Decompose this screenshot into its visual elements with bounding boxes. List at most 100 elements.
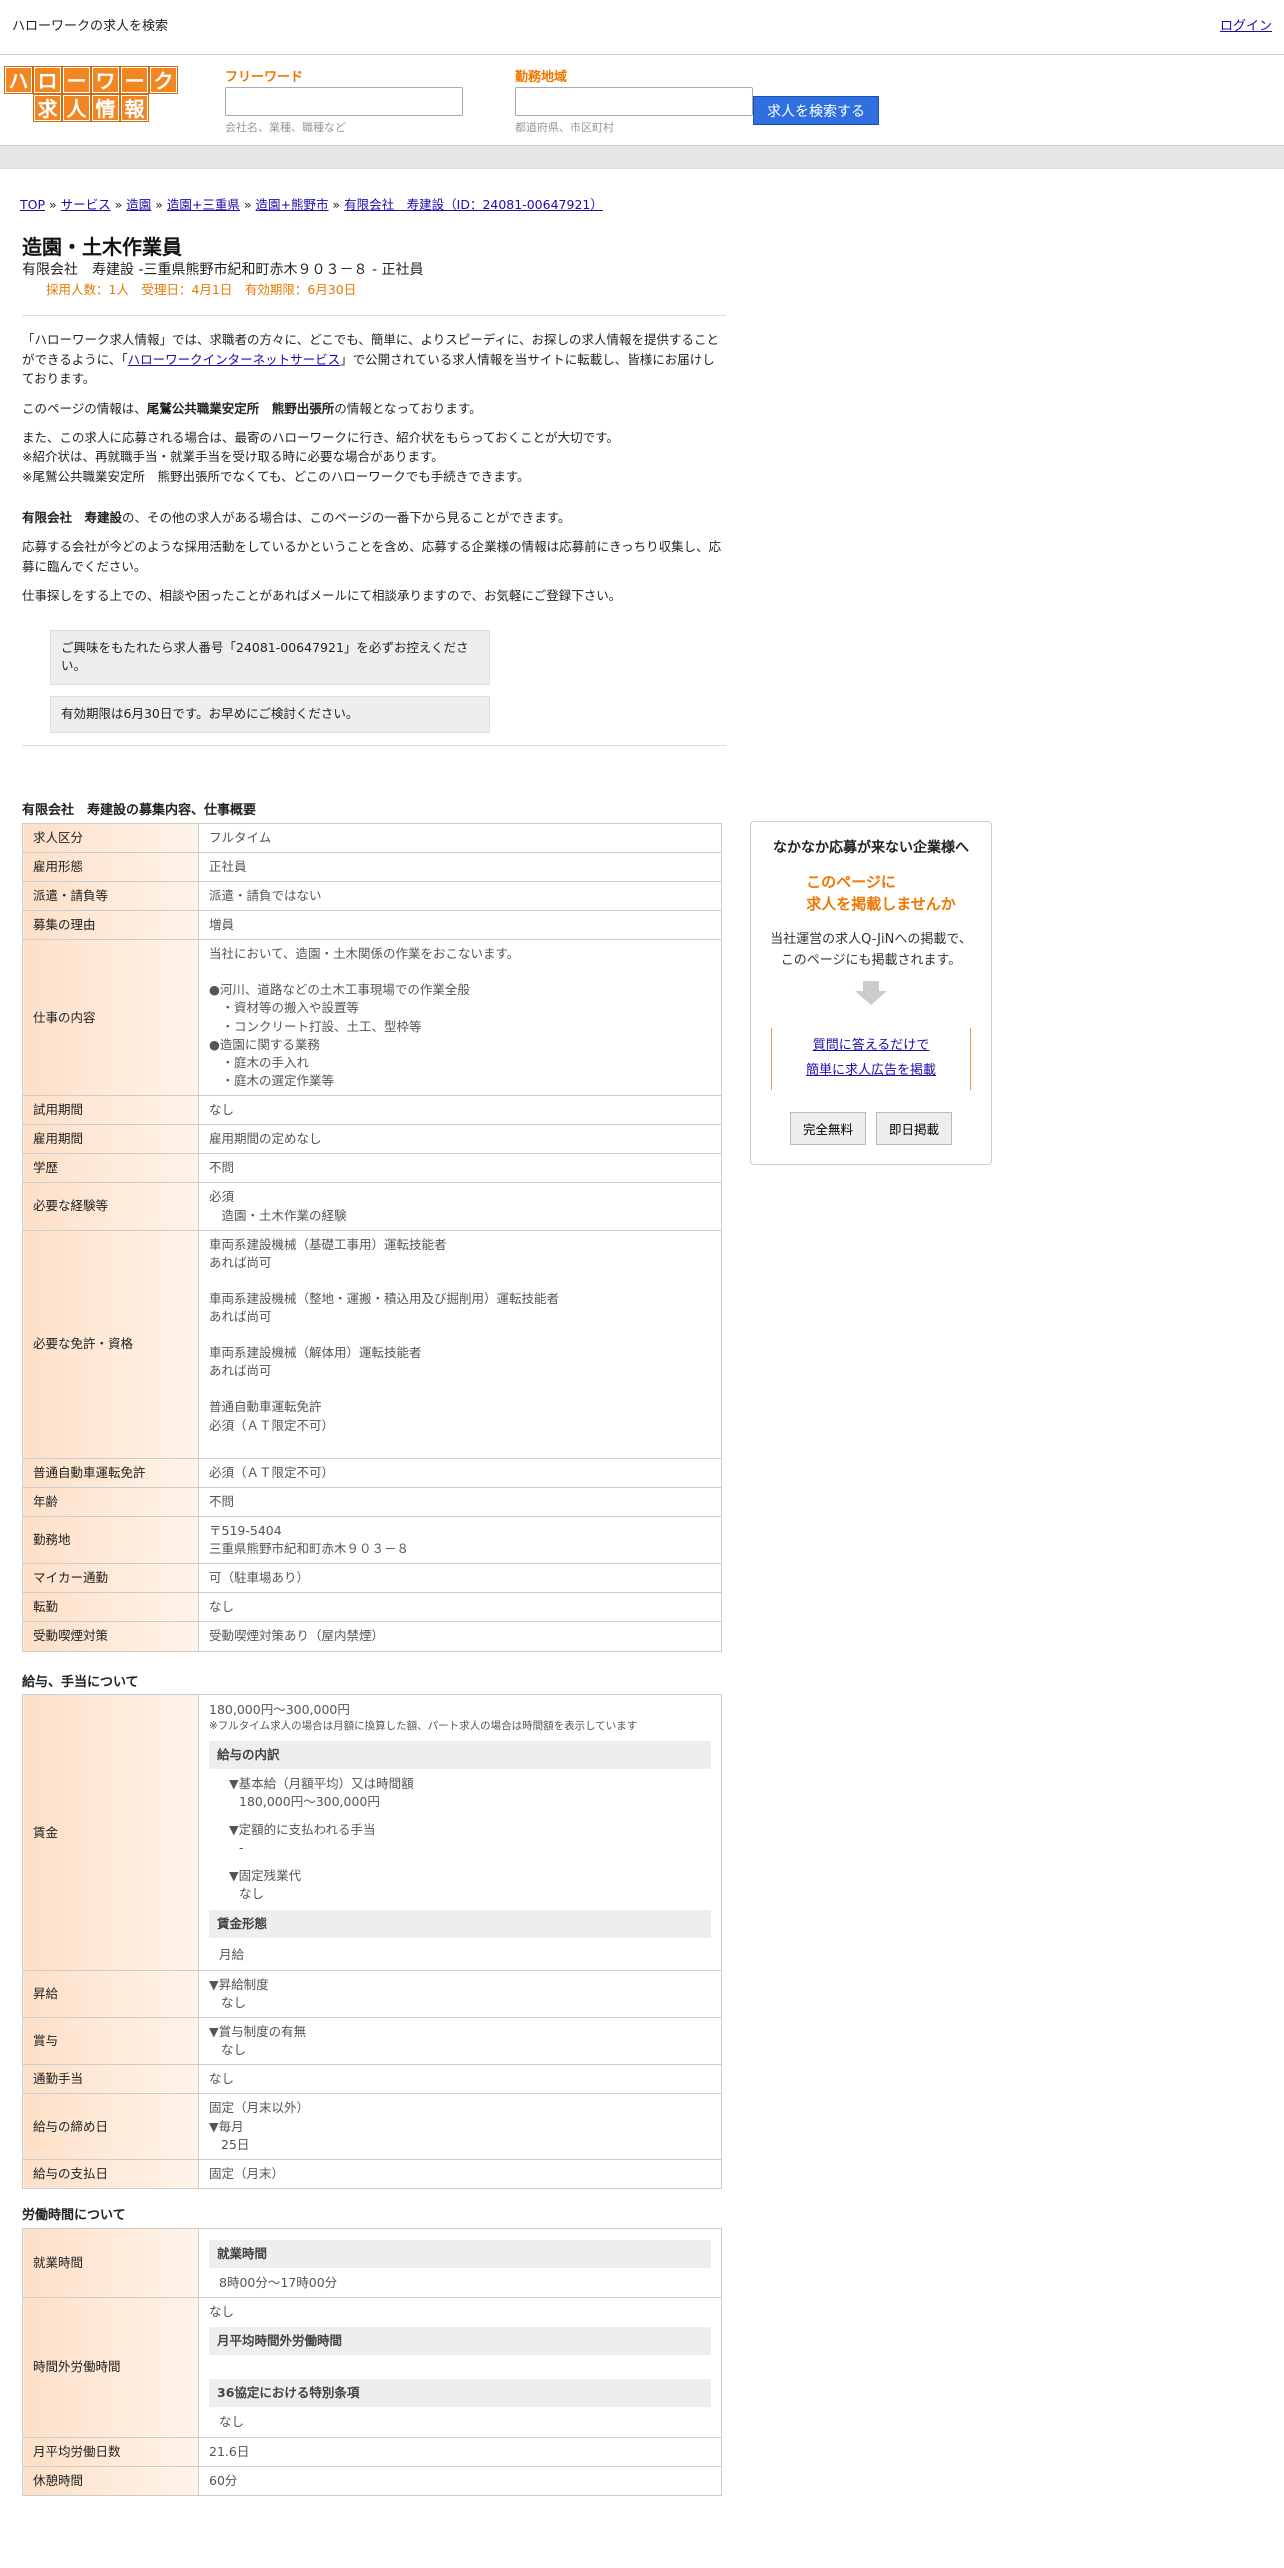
- row-value-line: [209, 963, 711, 981]
- row-value: 固定（月末以外） ▼毎月 25日: [198, 2093, 722, 2160]
- table-row: 月平均労働日数 21.6日: [22, 2436, 722, 2467]
- table-row: 普通自動車運転免許 必須（ＡＴ限定不可）: [22, 1457, 722, 1488]
- job-title: 造園・土木作業員: [22, 235, 182, 259]
- area-input[interactable]: [515, 87, 753, 116]
- hours-table: 就業時間 就業時間 8時00分〜17時00分 時間外労働時間 なし 月平均時間外労働…: [22, 2227, 722, 2496]
- wage-note: ※フルタイム求人の場合は月額に換算した額、パート求人の場合は時間額を表示していま…: [209, 1720, 638, 1733]
- freeword-label: フリーワード: [225, 70, 304, 85]
- sidebox-buttons: 完全無料 即日掲載: [751, 1111, 991, 1145]
- logo-letter: ロ: [34, 67, 61, 93]
- table-row: 給与の締め日 固定（月末以外） ▼毎月 25日: [22, 2093, 722, 2160]
- row-label: 年齢: [22, 1486, 199, 1517]
- job-meta: 採用人数：1人 受理日：4月1日 有効期限：6月30日: [46, 282, 357, 298]
- row-value-line: 車両系建設機械（整地・運搬・積込用及び掘削用）運転技能者: [209, 1290, 560, 1306]
- row-value-line: 必須（ＡＴ限定不可）: [209, 1417, 335, 1433]
- breadcrumb-company[interactable]: 有限会社 寿建設（ID：24081-00647921）: [344, 197, 603, 212]
- row-label: 学歴: [22, 1153, 199, 1184]
- salary-table: 賃金 180,000円〜300,000円 ※フルタイム求人の場合は月額に換算した…: [22, 1694, 722, 2189]
- row-value: 当社において、造園・土木関係の作業をおこないます。 ●河川、道路などの土木工事現場…: [198, 939, 722, 1097]
- logo-letter: ー: [63, 67, 90, 93]
- expiry-note: 有効期限は6月30日です。お早めにご検討ください。: [50, 696, 490, 733]
- row-value: なし 月平均時間外労働時間 36協定における特別条項 なし: [198, 2297, 722, 2438]
- logo-letter: 情: [92, 95, 119, 121]
- same-day-button[interactable]: 即日掲載: [876, 1111, 953, 1145]
- row-value: 不問: [198, 1486, 722, 1517]
- table-row: 転勤 なし: [22, 1592, 722, 1623]
- breadcrumb-service[interactable]: サービス: [61, 197, 111, 212]
- row-value: フルタイム: [198, 822, 722, 853]
- row-value-line: 普通自動車運転免許: [209, 1399, 322, 1415]
- hellowork-internet-service-link[interactable]: ハローワークインターネットサービス: [128, 352, 341, 367]
- row-value-line: あれば尚可: [209, 1363, 272, 1379]
- table-row: 必要な免許・資格 車両系建設機械（基礎工事用）運転技能者 あれば尚可 車両系建設機械（…: [22, 1229, 722, 1459]
- table-row: 仕事の内容 当社において、造園・土木関係の作業をおこないます。 ●河川、道路などの土…: [22, 939, 722, 1097]
- table-row: 給与の支払日 固定（月末）: [22, 2158, 722, 2189]
- table-row: 通勤手当 なし: [22, 2064, 722, 2095]
- free-button[interactable]: 完全無料: [789, 1111, 866, 1145]
- row-label: 勤務地: [22, 1515, 199, 1565]
- row-value-line: 必須: [209, 1189, 235, 1205]
- sidebox-title: なかなか応募が来ない企業様へ: [773, 840, 969, 856]
- row-label: 月平均労働日数: [22, 2436, 199, 2467]
- freeword-input[interactable]: [225, 87, 463, 116]
- row-value: 不問: [198, 1153, 722, 1184]
- divider: [22, 315, 726, 317]
- divider-band: [0, 145, 1284, 169]
- row-value-line: あれば尚可: [209, 1309, 272, 1325]
- breadcrumb-zoen-kumano[interactable]: 造園+熊野市: [256, 197, 329, 212]
- area-hint: 都道府県、市区町村: [515, 121, 614, 134]
- table-row: 賃金 180,000円〜300,000円 ※フルタイム求人の場合は月額に換算した…: [22, 1694, 722, 1971]
- basic-value: 180,000円〜300,000円: [239, 1793, 380, 1809]
- row-value: 派遣・請負ではない: [198, 880, 722, 912]
- logo-letter: ー: [121, 67, 148, 93]
- breadcrumb-sep: »: [49, 197, 57, 212]
- row-label: 昇給: [22, 1969, 199, 2019]
- sidebox-description: 当社運営の求人Q-JiNへの掲載で、 このページにも掲載されます。: [770, 931, 972, 968]
- row-value-line: [209, 1272, 711, 1290]
- answer-questions-link[interactable]: 質問に答えるだけで: [772, 1034, 970, 1059]
- row-value-line: ●河川、道路などの土木工事現場での作業全般: [209, 982, 470, 998]
- office-paragraph: このページの情報は、尾鷲公共職業安定所 熊野出張所の情報となっております。: [22, 400, 482, 416]
- row-label: 必要な免許・資格: [22, 1229, 199, 1459]
- hellowork-logo[interactable]: ハローワーク 求人情報: [4, 67, 180, 123]
- logo-letter: ハ: [5, 67, 32, 93]
- company-line: 有限会社 寿建設 -三重県熊野市紀和町赤木９０３－８ - 正社員: [22, 262, 424, 278]
- wage-range: 180,000円〜300,000円: [209, 1702, 350, 1718]
- breadcrumb-top[interactable]: TOP: [20, 197, 45, 212]
- basic-label: ▼基本給（月額平均）又は時間額: [229, 1775, 414, 1791]
- freeword-field-group: フリーワード 会社名、業種、職種など: [225, 69, 463, 136]
- table-row: 学歴 不問: [22, 1153, 722, 1184]
- row-label: 受動喫煙対策: [22, 1621, 199, 1652]
- row-value: 車両系建設機械（基礎工事用）運転技能者 あれば尚可 車両系建設機械（整地・運搬・積込…: [198, 1229, 722, 1459]
- row-value: 雇用期間の定めなし: [198, 1124, 722, 1155]
- row-value: 必須（ＡＴ限定不可）: [198, 1457, 722, 1488]
- row-value-line: 車両系建設機械（基礎工事用）運転技能者: [209, 1236, 447, 1252]
- advice-paragraph: 応募する会社が今どのような採用活動をしているかということを含め、応募する企業様の…: [22, 539, 722, 574]
- row-value: なし: [198, 1592, 722, 1623]
- row-value-line: [209, 1435, 711, 1453]
- table-row: 時間外労働時間 なし 月平均時間外労働時間 36協定における特別条項 なし: [22, 2297, 722, 2438]
- row-label: 休憩時間: [22, 2465, 199, 2496]
- row-label: 試用期間: [22, 1095, 199, 1126]
- post-ad-link[interactable]: 簡単に求人広告を掲載: [772, 1059, 970, 1084]
- search-button[interactable]: 求人を検索する: [753, 96, 879, 125]
- breadcrumb-sep: »: [155, 197, 163, 212]
- row-value: 必須 造園・土木作業の経験: [198, 1182, 722, 1231]
- row-label: 時間外労働時間: [22, 2297, 199, 2438]
- row-value: 180,000円〜300,000円 ※フルタイム求人の場合は月額に換算した額、パ…: [198, 1694, 722, 1971]
- row-value: 正社員: [198, 851, 722, 882]
- breadcrumb-zoen-mie[interactable]: 造園+三重県: [167, 197, 240, 212]
- logo-letter: ワ: [92, 67, 119, 93]
- breadcrumb-zoen[interactable]: 造園: [126, 197, 151, 212]
- table-row: 求人区分 フルタイム: [22, 822, 722, 853]
- row-label: マイカー通勤: [22, 1563, 199, 1594]
- referral-paragraph: また、この求人に応募される場合は、最寄のハローワークに行き、紹介状をもらっておく…: [22, 429, 619, 445]
- login-link[interactable]: ログイン: [1220, 18, 1272, 37]
- overtime-label: ▼固定残業代: [229, 1868, 302, 1884]
- other-jobs-paragraph: 有限会社 寿建設の、その他の求人がある場合は、このページの一番下から見ることがで…: [22, 510, 571, 526]
- referral-note-2: ※尾鷲公共職業安定所 熊野出張所でなくても、どこのハローワークでも手続きできます…: [22, 468, 530, 484]
- table-row: 雇用形態 正社員: [22, 851, 722, 882]
- row-value-line: ・庭木の選定作業等: [209, 1072, 335, 1088]
- referral-note-1: ※紹介状は、再就職手当・就業手当を受け取る時に必要な場合があります。: [22, 449, 444, 465]
- salary-title: 給与、手当について: [22, 1674, 139, 1690]
